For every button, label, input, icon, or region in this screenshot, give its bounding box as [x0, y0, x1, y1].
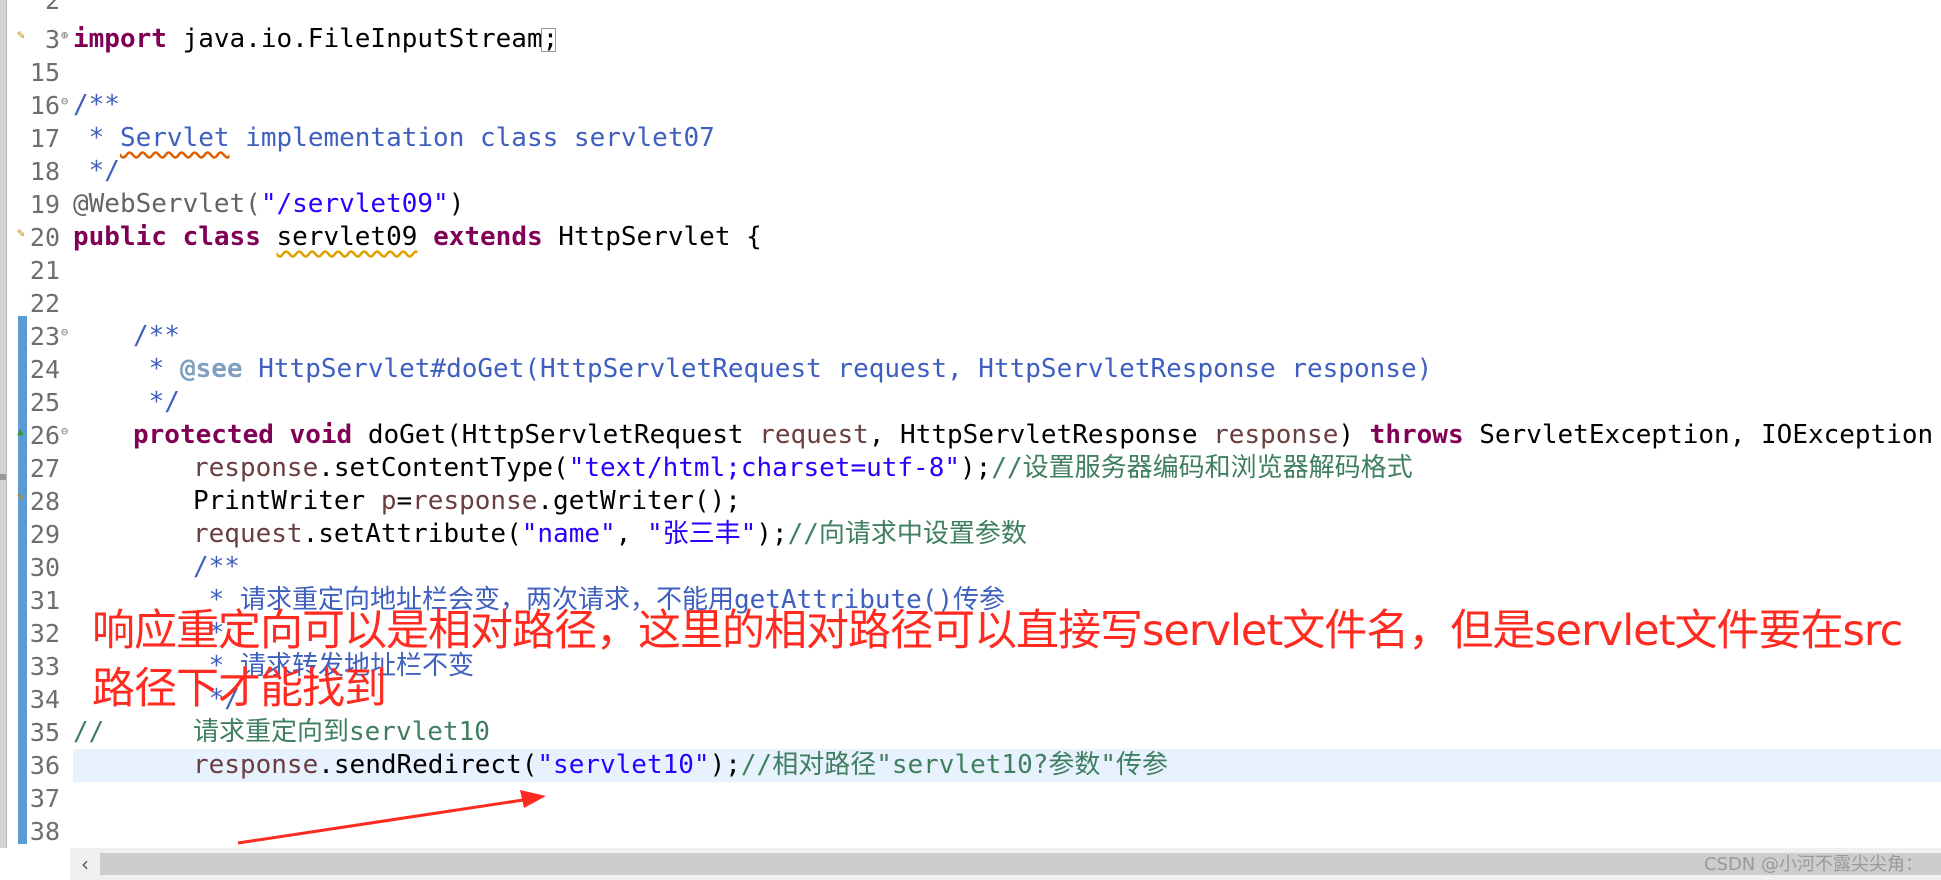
line-number: 22 [29, 289, 60, 318]
code-line[interactable]: 25 */ [0, 386, 1941, 419]
line-number: 21 [29, 256, 60, 285]
code-line[interactable]: 21 [0, 254, 1941, 287]
line-number: 23 [29, 322, 60, 351]
code-line[interactable]: ✎ 28 PrintWriter p=response.getWriter(); [0, 485, 1941, 518]
code-line[interactable]: 35 // 请求重定向到servlet10 [0, 716, 1941, 749]
line-number: 25 [29, 388, 60, 417]
line-number: 31 [29, 586, 60, 615]
line-number: 18 [29, 157, 60, 186]
line-number: 16 [29, 91, 60, 120]
line-number: 19 [29, 190, 60, 219]
code-text: protected void doGet(HttpServletRequest … [133, 420, 1941, 450]
horizontal-scrollbar[interactable]: ‹ [70, 848, 1941, 880]
code-text: * @see HttpServlet#doGet(HttpServletRequ… [133, 354, 1433, 384]
fold-collapse-icon[interactable]: ⊖ [61, 325, 68, 339]
line-number: 3 [44, 25, 60, 54]
code-line[interactable]: 30 /** [0, 551, 1941, 584]
line-number: 28 [29, 487, 60, 516]
code-line[interactable]: 16 ⊖ /** [0, 89, 1941, 122]
fold-collapse-icon[interactable]: ⊖ [61, 94, 68, 108]
line-number: 20 [29, 223, 60, 252]
line-number: 15 [29, 58, 60, 87]
line-number: 24 [29, 355, 60, 384]
code-line[interactable]: 22 [0, 287, 1941, 320]
line-number: 35 [29, 718, 60, 747]
code-line[interactable]: ✎ 20 public class servlet09 extends HttpS… [0, 221, 1941, 254]
scroll-left-icon[interactable]: ‹ [70, 848, 100, 880]
line-number: 38 [29, 817, 60, 846]
code-text: @WebServlet("/servlet09") [73, 189, 465, 219]
code-text: response.sendRedirect("servlet10");//相对路… [193, 750, 1169, 780]
code-line[interactable]: 27 response.setContentType("text/html;ch… [0, 452, 1941, 485]
code-text: /** [133, 321, 180, 351]
code-text: request.setAttribute("name", "张三丰");//向请… [193, 519, 1027, 549]
line-number: 27 [29, 454, 60, 483]
line-number: 17 [29, 124, 60, 153]
code-line[interactable]: 29 request.setAttribute("name", "张三丰");/… [0, 518, 1941, 551]
line-number: 33 [29, 652, 60, 681]
code-line[interactable]: 23 ⊖ /** [0, 320, 1941, 353]
line-number: 32 [29, 619, 60, 648]
code-line[interactable]: 36 response.sendRedirect("servlet10");//… [0, 749, 1941, 782]
code-line[interactable]: ✎ 3 ⊕ import java.io.FileInputStream; [0, 23, 1941, 56]
line-number: 34 [29, 685, 60, 714]
code-line[interactable]: 17 * Servlet implementation class servle… [0, 122, 1941, 155]
line-number: 37 [29, 784, 60, 813]
line-number: 29 [29, 520, 60, 549]
code-text: * Servlet implementation class servlet07 [73, 123, 715, 153]
code-line[interactable]: 37 [0, 782, 1941, 815]
code-line[interactable]: 19 @WebServlet("/servlet09") [0, 188, 1941, 221]
code-line[interactable]: 24 * @see HttpServlet#doGet(HttpServletR… [0, 353, 1941, 386]
code-text: /** [73, 90, 120, 120]
fold-collapse-icon[interactable]: ⊖ [61, 424, 68, 438]
code-line[interactable]: 18 */ [0, 155, 1941, 188]
code-text: /** [193, 552, 240, 582]
code-text: 请求重定向到servlet10 [193, 717, 490, 747]
fold-expand-icon[interactable]: ⊕ [61, 28, 68, 42]
scrollbar-thumb[interactable] [100, 853, 1941, 875]
annotation-overlay-text: 响应重定向可以是相对路径，这里的相对路径可以直接写servlet文件名，但是se… [92, 606, 1903, 714]
code-line[interactable]: 15 [0, 56, 1941, 89]
code-text: import java.io.FileInputStream; [73, 24, 559, 54]
code-text: // [73, 717, 105, 747]
code-line[interactable]: 38 [0, 815, 1941, 848]
code-text: response.setContentType("text/html;chars… [193, 453, 1413, 483]
line-number: 36 [29, 751, 60, 780]
code-text: */ [133, 387, 180, 417]
line-number: 2 [44, 0, 60, 15]
line-number: 26 [29, 421, 60, 450]
code-text: PrintWriter p=response.getWriter(); [193, 486, 741, 516]
line-number: 30 [29, 553, 60, 582]
code-text: public class servlet09 extends HttpServl… [73, 222, 762, 252]
code-text: */ [73, 156, 120, 186]
watermark: CSDN @小河不露尖尖角： [1703, 854, 1923, 875]
folded-region-box[interactable] [541, 28, 556, 52]
code-line[interactable]: ▲ 26 ⊖ protected void doGet(HttpServletRe… [0, 419, 1941, 452]
code-editor[interactable]: 2 ✎ 3 ⊕ import java.io.FileInputStream; 1… [0, 0, 1941, 848]
